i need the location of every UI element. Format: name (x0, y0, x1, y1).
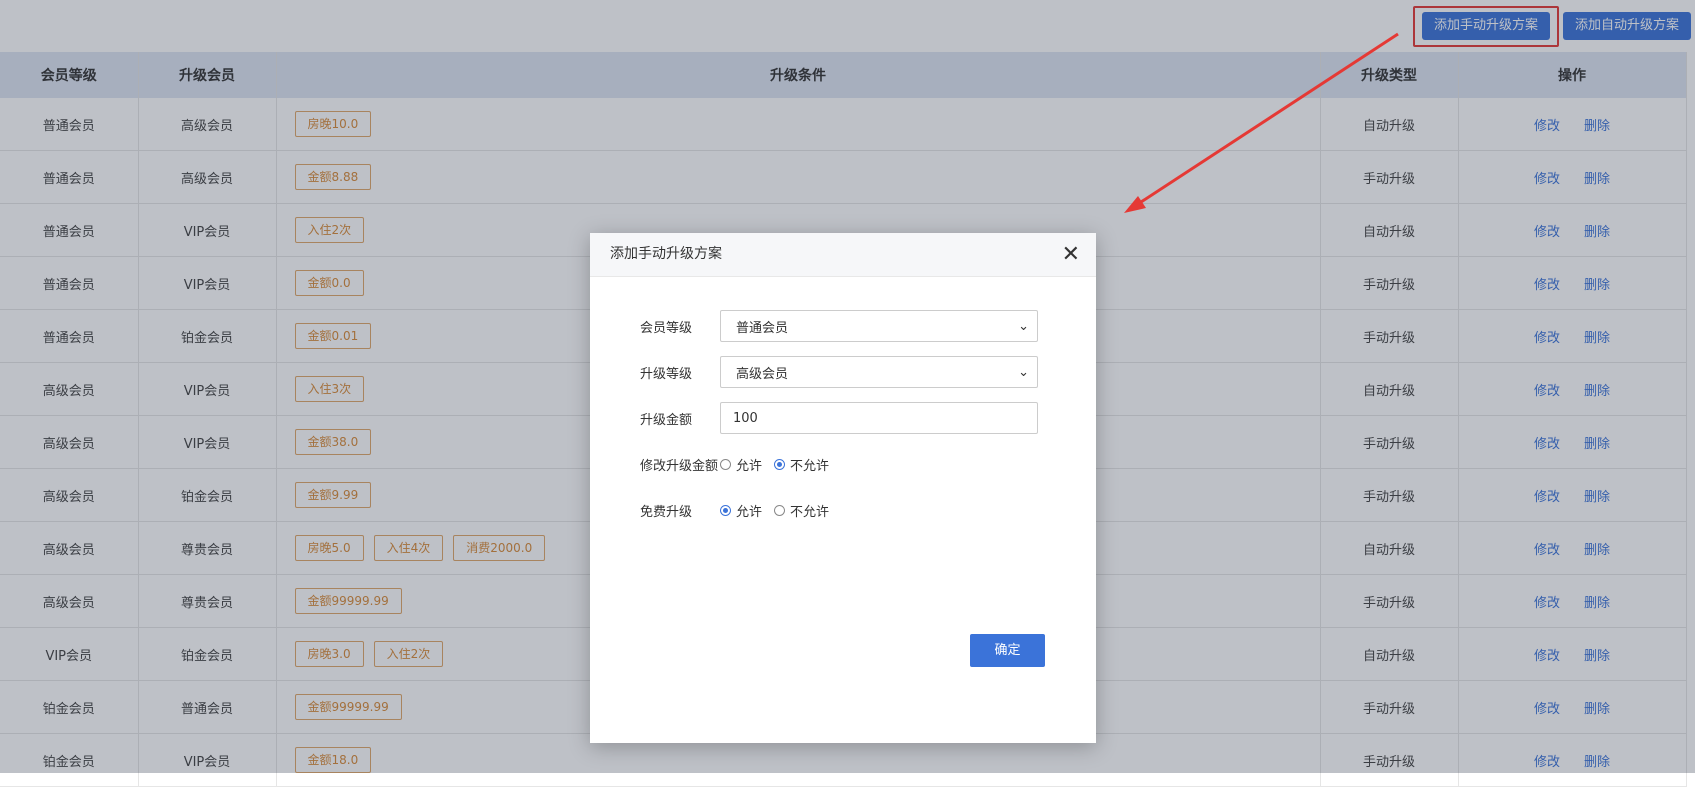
upgrade-level-select[interactable]: 高级会员 ⌄ (720, 356, 1038, 388)
upgrade-level-row: 升级等级 高级会员 ⌄ (640, 355, 1038, 389)
free-upgrade-row: 免费升级 允许 不允许 (640, 493, 841, 527)
chevron-down-icon: ⌄ (1018, 318, 1029, 334)
radio-label: 不允许 (790, 504, 830, 520)
modify-amount-allow-radio[interactable]: 允许 (720, 455, 762, 474)
upgrade-amount-input[interactable]: 100 (720, 402, 1038, 434)
radio-circle-icon (774, 504, 786, 516)
free-upgrade-disallow-radio[interactable]: 不允许 (774, 501, 829, 520)
upgrade-amount-row: 升级金额 100 (640, 401, 1038, 435)
member-level-value: 普通会员 (736, 320, 789, 336)
modify-amount-label: 修改升级金额 (640, 458, 719, 474)
add-manual-upgrade-dialog: 添加手动升级方案 ✕ 会员等级 普通会员 ⌄ 升级等级 高级会员 ⌄ 升级金额 … (590, 233, 1096, 743)
upgrade-amount-value: 100 (733, 410, 758, 426)
chevron-down-icon: ⌄ (1018, 364, 1029, 380)
radio-label: 允许 (736, 458, 763, 474)
close-icon[interactable]: ✕ (1062, 233, 1080, 276)
upgrade-level-value: 高级会员 (736, 366, 789, 382)
confirm-button[interactable]: 确定 (970, 634, 1045, 667)
radio-label: 不允许 (790, 458, 830, 474)
radio-label: 允许 (736, 504, 763, 520)
modify-amount-disallow-radio[interactable]: 不允许 (774, 455, 829, 474)
upgrade-amount-label: 升级金额 (640, 412, 693, 428)
radio-circle-icon (720, 458, 731, 470)
radio-checked-icon (774, 458, 786, 470)
radio-checked-icon (720, 504, 731, 516)
modify-amount-row: 修改升级金额 允许 不允许 (640, 447, 841, 481)
member-level-row: 会员等级 普通会员 ⌄ (640, 309, 1038, 343)
dialog-title: 添加手动升级方案 (610, 246, 722, 262)
member-level-select[interactable]: 普通会员 ⌄ (720, 310, 1038, 342)
member-level-label: 会员等级 (640, 320, 693, 336)
free-upgrade-allow-radio[interactable]: 允许 (720, 501, 762, 520)
upgrade-level-label: 升级等级 (640, 366, 693, 382)
free-upgrade-label: 免费升级 (640, 504, 693, 520)
dialog-header: 添加手动升级方案 ✕ (590, 233, 1096, 277)
